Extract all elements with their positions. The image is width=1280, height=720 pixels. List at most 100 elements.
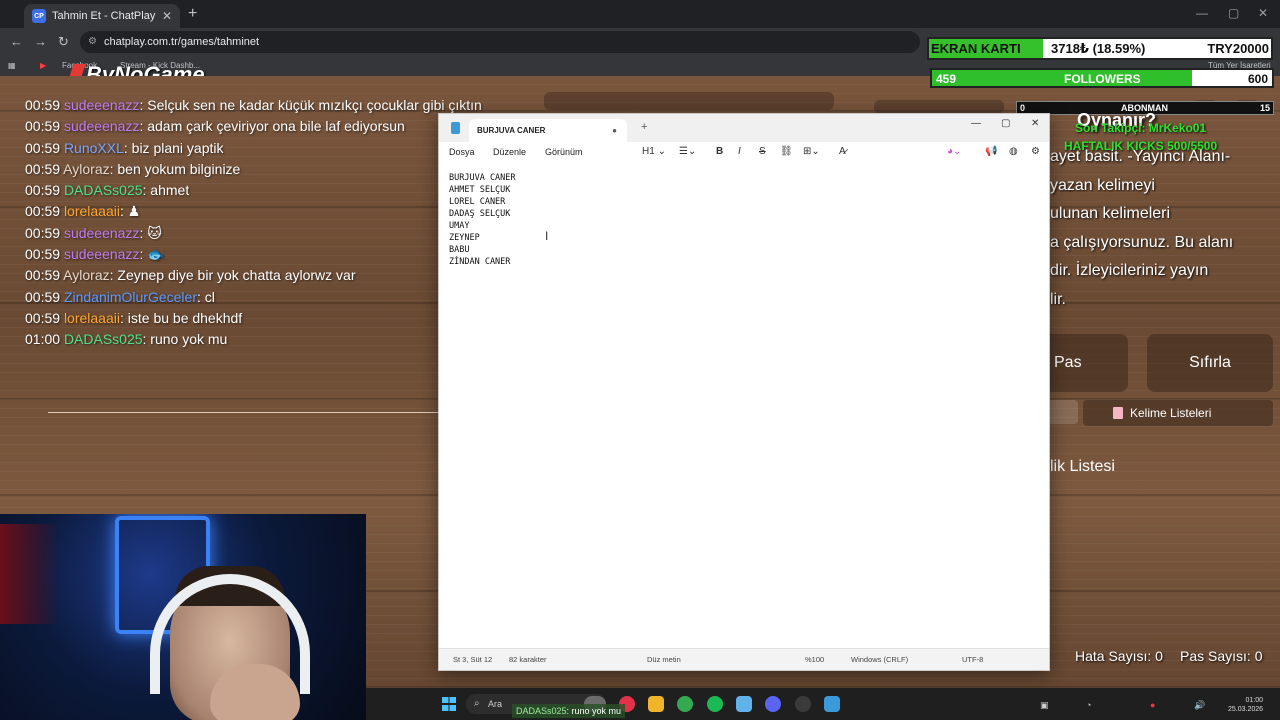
tray-volume-icon[interactable]: 🔊 xyxy=(1194,700,1205,711)
followers-current: 459 xyxy=(936,72,957,86)
minimize-icon[interactable]: — xyxy=(1196,6,1208,20)
heading-dropdown[interactable]: H1 ⌄ xyxy=(642,146,666,157)
strikethrough-icon[interactable]: S xyxy=(759,146,766,157)
chat-username[interactable]: Ayloraz xyxy=(63,267,109,283)
chat-username[interactable]: sudeeenazz xyxy=(64,97,140,113)
word-lists-button[interactable]: Kelime Listeleri xyxy=(1083,400,1273,426)
tray-record-icon[interactable]: ● xyxy=(1150,700,1155,710)
line-ending[interactable]: Windows (CRLF) xyxy=(851,655,908,664)
obs-icon[interactable] xyxy=(795,696,811,712)
chat-username[interactable]: sudeeenazz xyxy=(64,225,140,241)
chat-notice-text: : runo yok mu xyxy=(566,706,622,716)
notepad-minimize-icon[interactable]: — xyxy=(971,118,981,129)
pass-count: Pas Sayısı: 0 xyxy=(1180,648,1263,664)
chat-time: 00:59 xyxy=(25,309,61,326)
chat-username[interactable]: lorelaaaii xyxy=(64,310,120,326)
account-icon[interactable]: ◍ xyxy=(1009,146,1018,157)
copilot-icon[interactable]: ◕⌄ xyxy=(947,146,961,157)
unsaved-dot-icon[interactable]: ● xyxy=(612,119,617,142)
description-line: ayet basit. -Yayıncı Alanı- xyxy=(1050,148,1231,165)
chat-message: 00:59 lorelaaaii: iste bu be dhekhdf xyxy=(25,310,445,331)
chat-text: : ♟ xyxy=(119,203,141,220)
chrome-icon[interactable] xyxy=(677,696,693,712)
chat-time: 00:59 xyxy=(25,97,61,113)
reload-icon[interactable]: ↻ xyxy=(58,34,69,50)
maximize-icon[interactable]: ▢ xyxy=(1228,6,1239,20)
chat-time: 00:59 xyxy=(25,118,61,135)
chat-text: : ahmet xyxy=(142,182,190,199)
notepad-tab[interactable]: BURJUVA CANER ● xyxy=(469,119,627,142)
chat-username[interactable]: DADASs025 xyxy=(64,182,143,198)
notepad-maximize-icon[interactable]: ▢ xyxy=(1001,118,1010,129)
taskbar-chat-notice: DADASs025: runo yok mu xyxy=(512,704,626,718)
taskbar-clock[interactable]: 01:00 25.03.2026 xyxy=(1228,696,1263,714)
menu-view[interactable]: Görünüm xyxy=(545,147,583,157)
tray-network-icon[interactable]: ◔ xyxy=(1086,700,1091,710)
reset-button[interactable]: Sıfırla xyxy=(1147,334,1273,392)
notepad-text-area[interactable]: BURJUVA CANER AHMET SELÇUK LOREL CANER DADA… xyxy=(449,172,516,268)
chat-text: : biz plani yaptik xyxy=(123,139,224,156)
settings-gear-icon[interactable]: ⚙ xyxy=(1031,146,1040,157)
close-window-icon[interactable]: ✕ xyxy=(1258,6,1268,20)
discord-icon[interactable] xyxy=(765,696,781,712)
notepad-line: ZİNDAN CANER xyxy=(449,257,511,267)
link-icon[interactable]: ⛓ xyxy=(780,146,793,157)
followers-goal: 459 FOLLOWERS 600 xyxy=(930,68,1274,88)
table-icon[interactable]: ⊞⌄ xyxy=(803,146,820,157)
list-icon[interactable]: ☰⌄ xyxy=(679,146,696,157)
clear-format-icon[interactable]: A̷ xyxy=(839,146,846,157)
new-tab-icon[interactable]: + xyxy=(188,5,197,23)
network-app-icon[interactable] xyxy=(736,696,752,712)
menu-file[interactable]: Dosya xyxy=(449,147,475,157)
chat-username[interactable]: lorelaaaii xyxy=(64,203,120,219)
encoding[interactable]: UTF-8 xyxy=(962,655,983,664)
chat-message: 00:59 Ayloraz: Zeynep diye bir yok chatt… xyxy=(25,267,445,288)
notepad-statusbar: St 3, Süt 12 82 karakter Düz metin %100 … xyxy=(439,648,1049,670)
zoom-level[interactable]: %100 xyxy=(805,655,824,664)
tray-app-icon[interactable]: ▣ xyxy=(1040,700,1049,711)
chat-divider xyxy=(48,412,438,413)
small-button[interactable] xyxy=(1050,400,1078,424)
youtube-icon[interactable]: ▶ xyxy=(40,61,46,70)
notepad-line: BABU xyxy=(449,245,470,255)
chat-username[interactable]: sudeeenazz xyxy=(64,118,140,134)
pass-button[interactable]: Pas xyxy=(1050,334,1128,392)
menu-edit[interactable]: Düzenle xyxy=(493,147,526,157)
apps-icon[interactable]: ▦ xyxy=(8,61,16,70)
notepad-close-icon[interactable]: ✕ xyxy=(1031,118,1039,129)
chat-message: 00:59 sudeeenazz: Selçuk sen ne kadar kü… xyxy=(25,97,482,118)
notepad-menubar: Dosya Düzenle Görünüm H1 ⌄ ☰⌄ B I S ⛓ ⊞⌄… xyxy=(439,142,1049,164)
word-list-heading: lik Listesi xyxy=(1050,458,1115,475)
followers-label: FOLLOWERS xyxy=(1064,72,1141,86)
announce-icon[interactable]: 📢 xyxy=(985,146,997,157)
chat-username[interactable]: DADASs025 xyxy=(64,331,143,347)
chat-username[interactable]: Ayloraz xyxy=(63,161,109,177)
spotify-icon[interactable] xyxy=(707,696,723,712)
browser-tab[interactable]: CP Tahmin Et - ChatPlay ✕ xyxy=(24,4,180,28)
close-tab-icon[interactable]: ✕ xyxy=(162,9,172,23)
abonman-target: 15 xyxy=(1259,103,1270,113)
chat-notice-user: DADASs025 xyxy=(516,706,567,716)
chat-message: 00:59 Ayloraz: ben yokum bilginize xyxy=(25,161,445,182)
bold-icon[interactable]: B xyxy=(716,146,723,157)
italic-icon[interactable]: I xyxy=(738,146,741,157)
back-icon[interactable]: ← xyxy=(10,34,23,49)
description-line: ulunan kelimeleri xyxy=(1050,205,1171,223)
chat-username[interactable]: RunoXXL xyxy=(64,140,124,156)
clipboard-icon xyxy=(1113,407,1123,419)
notepad-new-tab-icon[interactable]: + xyxy=(641,121,647,133)
chat-username[interactable]: ZindanimOlurGeceler xyxy=(64,289,197,305)
notepad-taskbar-icon[interactable] xyxy=(824,696,840,712)
url-input[interactable]: chatplay.com.tr/games/tahminet xyxy=(80,31,920,53)
chatplay-favicon-icon: CP xyxy=(32,9,46,23)
forward-icon[interactable]: → xyxy=(34,34,47,49)
windows-start-icon[interactable] xyxy=(442,697,456,711)
chat-message: 00:59 sudeeenazz: adam çark çeviriyor on… xyxy=(25,118,445,139)
heading-dropdown-label: H1 xyxy=(642,146,655,157)
chat-username[interactable]: sudeeenazz xyxy=(64,246,140,262)
chat-time: 00:59 xyxy=(25,160,61,177)
description-line: a çalışıyorsunuz. Bu alanı xyxy=(1050,233,1234,251)
notepad-line: AHMET SELÇUK xyxy=(449,185,511,195)
file-explorer-icon[interactable] xyxy=(648,696,664,712)
red-backlight xyxy=(0,524,60,624)
